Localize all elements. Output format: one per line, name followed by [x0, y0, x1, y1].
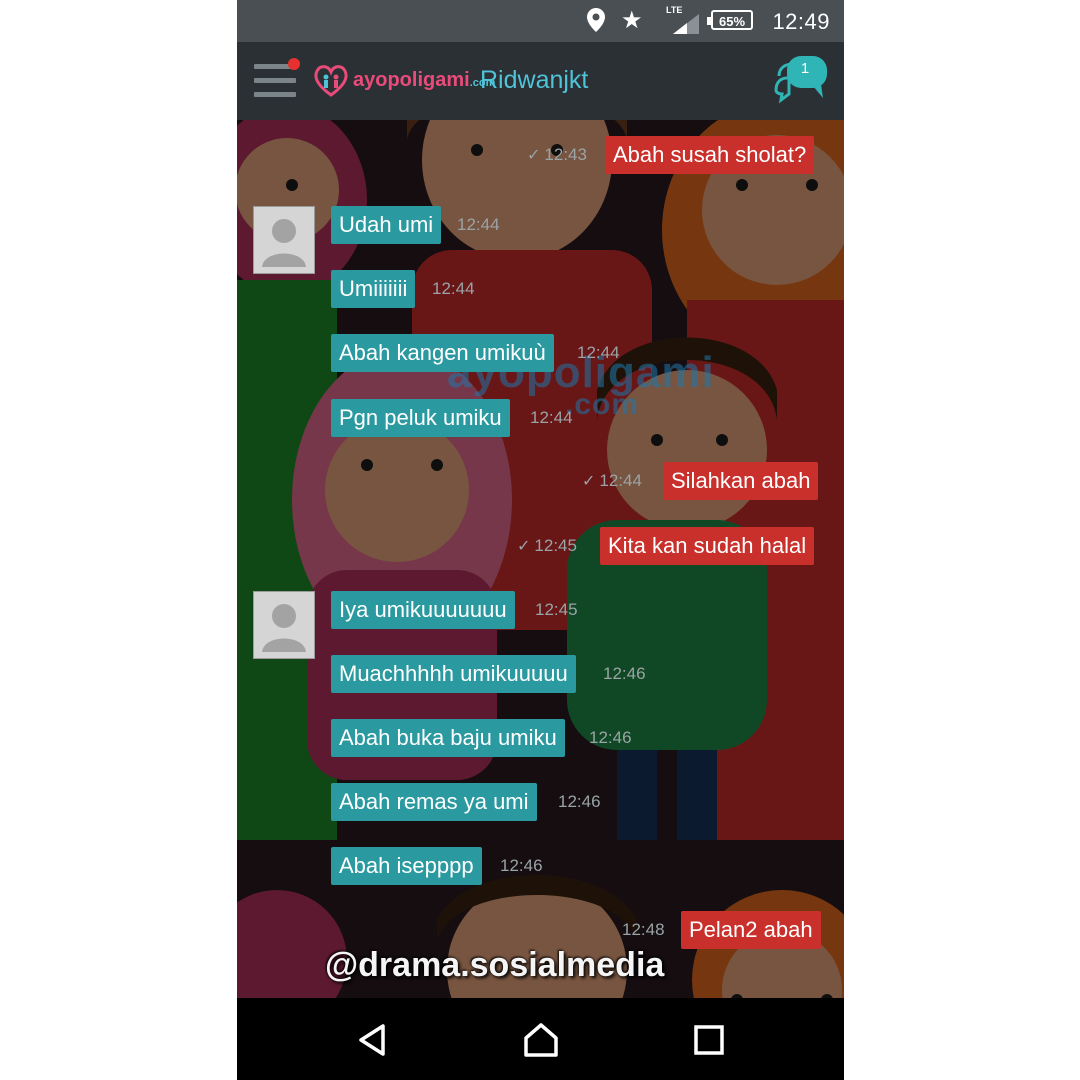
message-time: 12:46: [558, 792, 601, 811]
message-time: 12:46: [589, 728, 632, 747]
home-icon[interactable]: [521, 1020, 561, 1060]
credit-watermark: @drama.sosialmedia: [325, 946, 665, 984]
signal-icon: [673, 14, 699, 34]
message-bubble-outgoing[interactable]: Abah susah sholat?: [605, 136, 815, 174]
person-icon: [262, 604, 306, 652]
message-time: 12:48: [622, 920, 665, 939]
app-header: ayopoligami.com Ridwanjkt 1: [237, 42, 844, 120]
message-time: 12:44: [457, 215, 500, 234]
message-bubble-incoming[interactable]: Abah kangen umikuù: [331, 334, 554, 372]
app-logo[interactable]: ayopoligami.com: [313, 60, 495, 100]
contact-avatar[interactable]: [253, 206, 315, 274]
message-bubble-outgoing[interactable]: Silahkan abah: [663, 462, 819, 500]
chat-badge-count: 1: [800, 60, 810, 77]
recents-icon[interactable]: [689, 1020, 729, 1060]
message-bubble-incoming[interactable]: Pgn peluk umiku: [331, 399, 510, 437]
message-time: ✓ 12:44: [582, 471, 642, 490]
contact-avatar[interactable]: [253, 591, 315, 659]
person-icon: [262, 219, 306, 267]
heart-logo-icon: [314, 65, 348, 97]
notification-dot: [288, 58, 300, 70]
message-bubble-outgoing[interactable]: Pelan2 abah: [681, 911, 821, 949]
chat-area[interactable]: ayopoligami .com ✓ 12:43 Abah susah shola…: [237, 120, 844, 998]
message-bubble-outgoing[interactable]: Kita kan sudah halal: [600, 527, 815, 565]
check-icon: ✓: [517, 538, 531, 555]
location-icon: [587, 8, 605, 32]
status-bar: ★ LTE 65% 12:49: [237, 0, 844, 42]
check-icon: ✓: [582, 473, 596, 490]
back-icon[interactable]: [353, 1020, 393, 1060]
message-bubble-incoming[interactable]: Umiiiiiii: [331, 270, 416, 308]
message-bubble-incoming[interactable]: Abah buka baju umiku: [331, 719, 565, 757]
message-time: 12:46: [500, 856, 543, 875]
logo-text: ayopoligami: [353, 68, 470, 91]
message-bubble-incoming[interactable]: Muachhhhh umikuuuuu: [331, 655, 576, 693]
phone-screen: ★ LTE 65% 12:49 ayopoligami.com Ridwanjk…: [237, 0, 844, 1080]
contact-name[interactable]: Ridwanjkt: [480, 66, 588, 95]
message-time: 12:44: [432, 279, 475, 298]
navigation-bar: [237, 998, 844, 1080]
message-time: 12:44: [577, 343, 620, 362]
battery-icon: 65%: [707, 10, 753, 30]
chat-bubble-icon[interactable]: 1: [773, 54, 829, 104]
message-time: ✓ 12:45: [517, 536, 577, 555]
menu-icon[interactable]: [254, 58, 300, 98]
message-time: ✓ 12:43: [527, 145, 587, 164]
star-icon: ★: [621, 7, 643, 34]
message-bubble-incoming[interactable]: Udah umi: [331, 206, 442, 244]
check-icon: ✓: [527, 147, 541, 164]
message-bubble-incoming[interactable]: Abah isepppp: [331, 847, 482, 885]
message-time: 12:45: [535, 600, 578, 619]
message-bubble-incoming[interactable]: Abah remas ya umi: [331, 783, 537, 821]
message-time: 12:44: [530, 408, 573, 427]
status-clock: 12:49: [772, 9, 830, 34]
message-bubble-incoming[interactable]: Iya umikuuuuuuu: [331, 591, 515, 629]
message-time: 12:46: [603, 664, 646, 683]
